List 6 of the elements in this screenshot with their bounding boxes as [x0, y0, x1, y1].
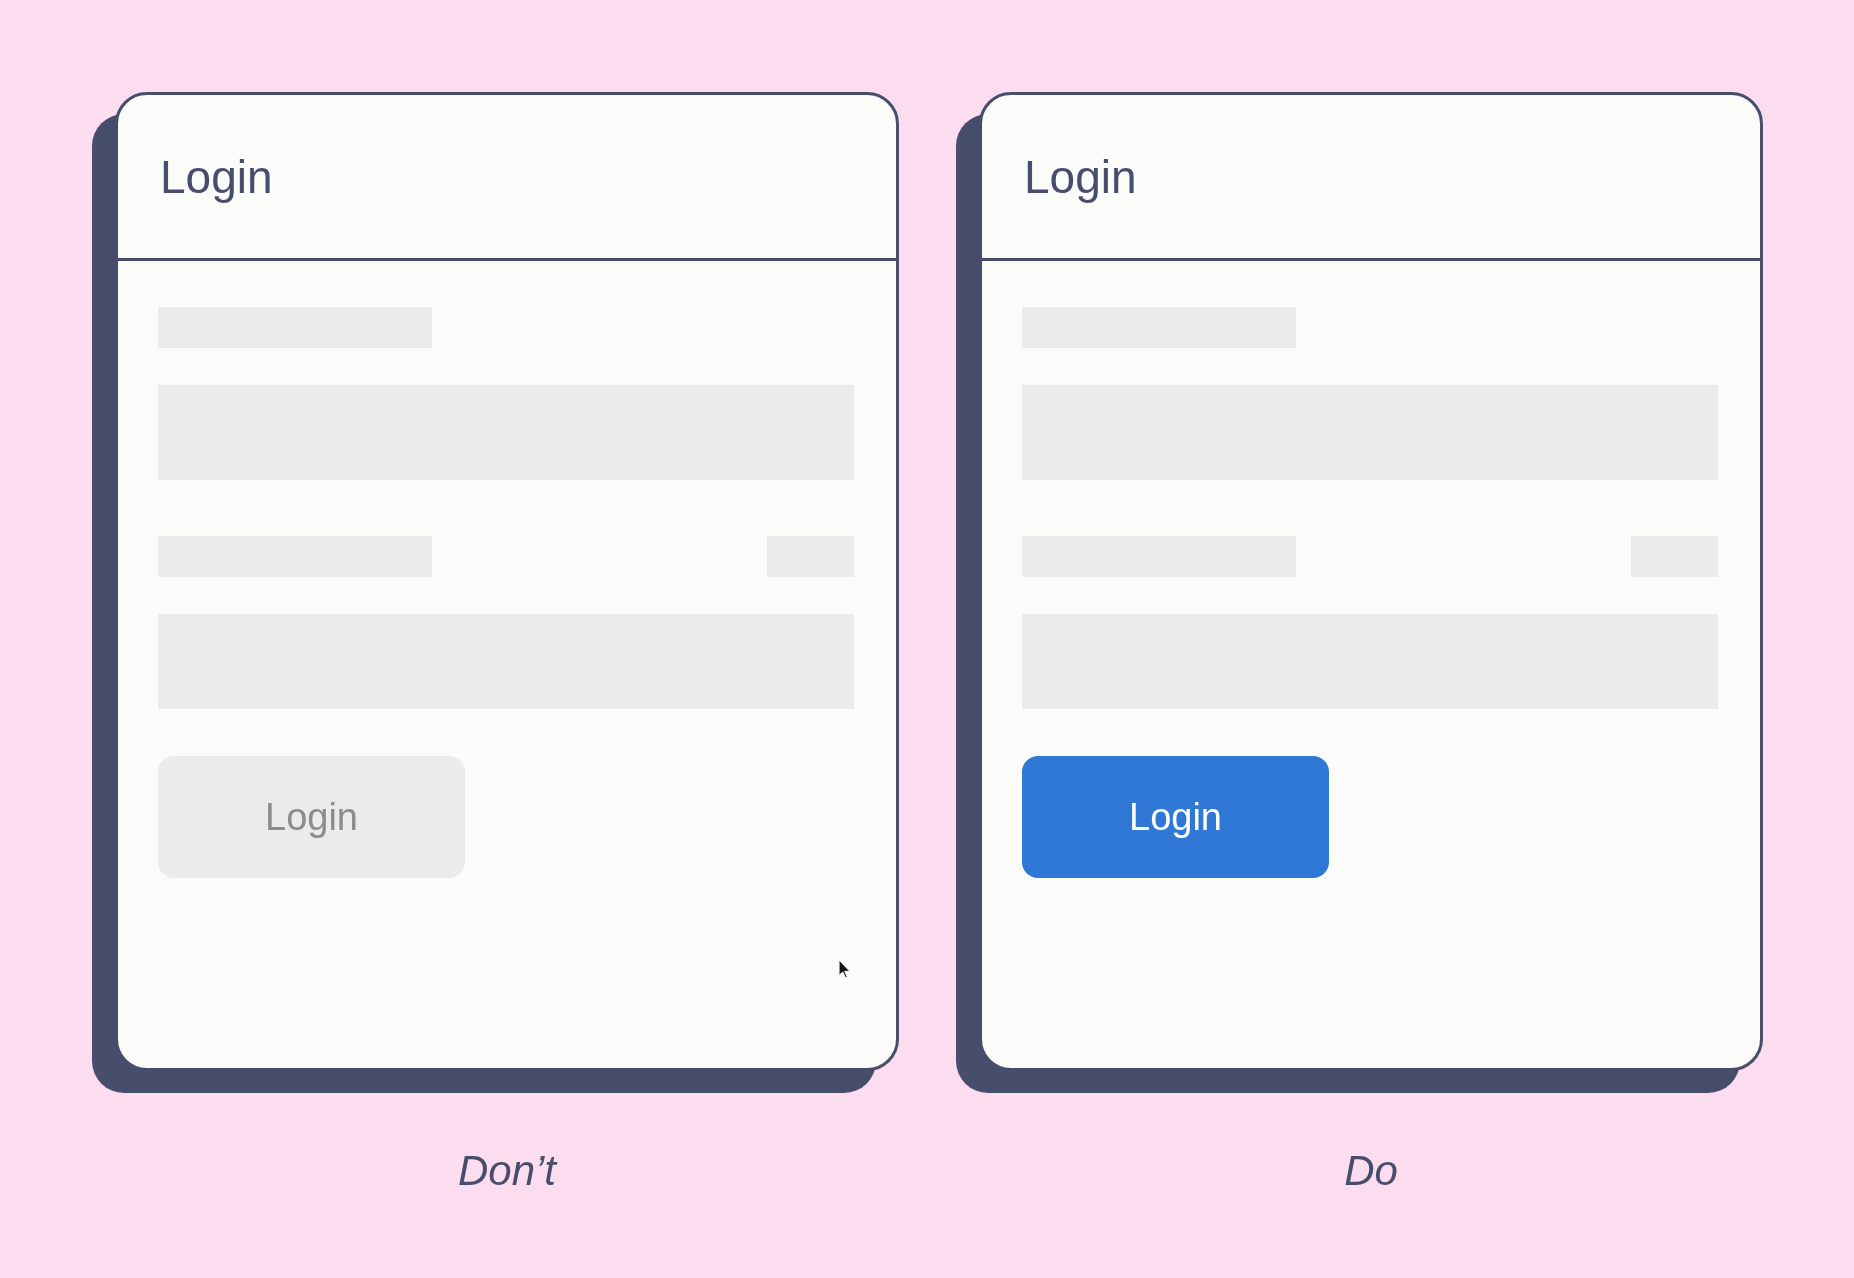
caption: Don’t [457, 1147, 557, 1195]
caption: Do [1344, 1147, 1398, 1195]
cursor-icon [839, 960, 851, 979]
card-title: Login [160, 149, 273, 204]
card-title: Login [1024, 149, 1137, 204]
login-button[interactable]: Login [1022, 756, 1329, 878]
